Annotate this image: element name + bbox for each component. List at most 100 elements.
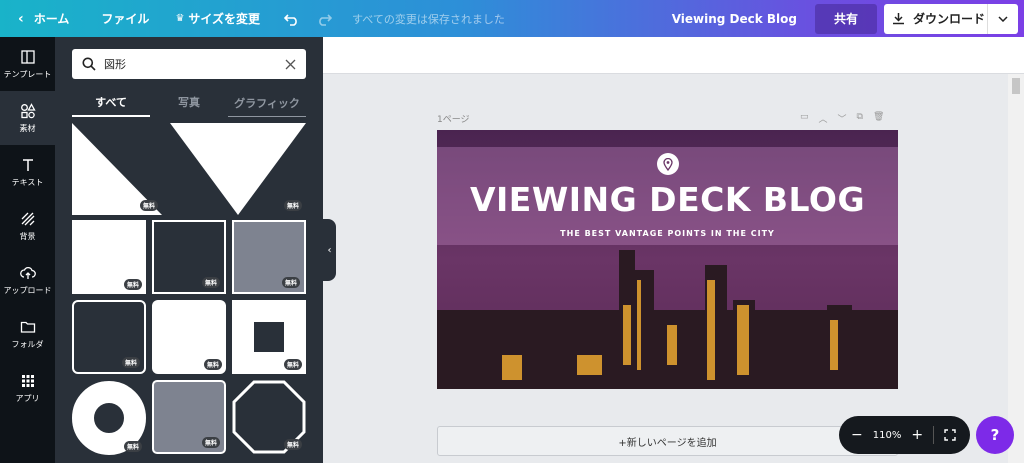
zoom-level[interactable]: 110% [873, 430, 902, 441]
panel-tabs: すべて 写真 グラフィック [72, 89, 306, 117]
share-button[interactable]: 共有 [815, 3, 877, 34]
text-icon [22, 158, 33, 171]
shape-tile-square-frame[interactable]: 無料 [232, 300, 306, 374]
duplicate-icon[interactable]: ⧉ [857, 112, 863, 125]
comment-icon[interactable]: ▭ [800, 112, 809, 125]
chevron-left-icon: ‹ [327, 244, 332, 256]
home-label: ホーム [33, 12, 70, 26]
search-icon [82, 57, 96, 71]
zoom-control: − 110% + [839, 416, 970, 454]
sidebar-item-templates[interactable]: テンプレート [0, 37, 55, 91]
elements-panel: 図形 すべて 写真 グラフィック 無料 無料 無料 無料 無料 無料 無料 無料… [55, 37, 323, 463]
apps-icon [21, 374, 34, 387]
close-icon[interactable] [285, 59, 296, 70]
shape-tile-down-triangle[interactable]: 無料 [170, 123, 306, 215]
sidebar-item-label: フォルダ [11, 339, 44, 349]
download-button[interactable]: ダウンロード [884, 3, 1018, 34]
design-title[interactable]: VIEWING DECK BLOG [437, 180, 898, 219]
redo-icon [319, 13, 333, 26]
download-label: ダウンロード [913, 12, 986, 26]
sidebar-item-folders[interactable]: フォルダ [0, 307, 55, 361]
document-title[interactable]: Viewing Deck Blog [662, 0, 815, 37]
shape-tile-white-square[interactable]: 無料 [72, 220, 146, 294]
page-label: 1ページ [437, 115, 470, 125]
shape-tile-rounded-dark-square[interactable]: 無料 [72, 300, 146, 374]
add-page-button[interactable]: +新しいページを追加 [437, 426, 898, 456]
free-badge: 無料 [139, 200, 158, 211]
template-icon [20, 49, 35, 64]
design-subtitle[interactable]: THE BEST VANTAGE POINTS IN THE CITY [437, 229, 898, 238]
shape-tile-gray-rounded-square[interactable]: 無料 [152, 380, 226, 454]
resize-button[interactable]: ♛ サイズを変更 [159, 0, 270, 37]
download-main[interactable]: ダウンロード [884, 3, 988, 34]
free-badge: 無料 [283, 439, 302, 450]
shape-tile-octagon[interactable]: 無料 [232, 380, 306, 454]
shapes-grid: 無料 無料 無料 無料 無料 無料 無料 無料 無料 無料 無料 [72, 123, 306, 463]
upload-icon [19, 266, 36, 279]
shape-tile-ring[interactable]: 無料 [72, 380, 146, 456]
page-tools: ▭ ︿ ﹀ ⧉ 🗑 [800, 112, 884, 125]
collapse-panel-button[interactable]: ‹ [323, 219, 336, 281]
inner-square [254, 322, 284, 352]
context-toolbar [323, 37, 1024, 74]
zoom-divider [933, 426, 935, 444]
sidebar-item-label: テキスト [11, 177, 44, 187]
free-badge: 無料 [283, 359, 302, 370]
free-badge: 無料 [281, 277, 300, 288]
sidebar-item-label: アプリ [15, 393, 40, 403]
search-input[interactable]: 図形 [104, 56, 285, 72]
trash-icon[interactable]: 🗑 [873, 112, 884, 125]
home-button[interactable]: ‹ ホーム [0, 0, 79, 37]
sidebar-item-label: アップロード [3, 285, 52, 295]
search-box[interactable]: 図形 [72, 49, 306, 79]
sidebar: テンプレート 素材 テキスト 背景 アップロード フォルダ アプリ [0, 37, 55, 463]
redo-button[interactable] [308, 0, 342, 37]
free-badge: 無料 [283, 200, 302, 211]
chevron-up-icon[interactable]: ︿ [819, 112, 828, 125]
sidebar-item-label: 背景 [19, 231, 36, 241]
chevron-down-icon[interactable]: ﹀ [838, 112, 847, 125]
free-badge: 無料 [201, 277, 220, 288]
tab-all[interactable]: すべて [72, 89, 150, 117]
vertical-scrollbar[interactable] [1008, 74, 1024, 463]
location-pin-icon [657, 153, 679, 175]
free-badge: 無料 [121, 357, 140, 368]
sidebar-item-label: テンプレート [3, 69, 52, 79]
sidebar-item-apps[interactable]: アプリ [0, 361, 55, 415]
chevron-left-icon: ‹ [18, 10, 24, 27]
file-menu-button[interactable]: ファイル [79, 0, 159, 37]
free-badge: 無料 [123, 441, 142, 452]
help-button[interactable]: ? [976, 416, 1014, 454]
undo-button[interactable] [270, 0, 308, 37]
undo-icon [284, 13, 297, 26]
shape-tile-right-triangle[interactable]: 無料 [72, 123, 162, 215]
resize-label: サイズを変更 [188, 12, 261, 26]
download-options-button[interactable] [988, 15, 1018, 22]
shape-tile-rounded-white-square[interactable]: 無料 [152, 300, 226, 374]
background-icon [21, 212, 34, 225]
tab-graphics[interactable]: グラフィック [228, 89, 306, 117]
design-canvas[interactable]: VIEWING DECK BLOG THE BEST VANTAGE POINT… [437, 130, 898, 389]
sidebar-item-elements[interactable]: 素材 [0, 91, 55, 145]
folder-icon [20, 321, 35, 333]
tab-photos[interactable]: 写真 [150, 89, 228, 117]
free-badge: 無料 [203, 359, 222, 370]
zoom-in-button[interactable]: + [911, 427, 923, 443]
shape-tile-gray-square-outline[interactable]: 無料 [232, 220, 306, 294]
zoom-out-button[interactable]: − [851, 427, 863, 443]
top-bar: ‹ ホーム ファイル ♛ サイズを変更 すべての変更は保存されました Viewi… [0, 0, 1024, 37]
sidebar-item-background[interactable]: 背景 [0, 199, 55, 253]
sidebar-item-text[interactable]: テキスト [0, 145, 55, 199]
download-icon [893, 13, 904, 25]
sidebar-item-uploads[interactable]: アップロード [0, 253, 55, 307]
free-badge: 無料 [201, 437, 220, 448]
crown-icon: ♛ [175, 13, 185, 24]
fullscreen-icon[interactable] [944, 429, 956, 441]
elements-icon [20, 102, 36, 118]
shape-tile-dark-square-outline[interactable]: 無料 [152, 220, 226, 294]
scrollbar-thumb[interactable] [1012, 78, 1020, 94]
free-badge: 無料 [123, 279, 142, 290]
chevron-down-icon [998, 15, 1008, 22]
save-status: すべての変更は保存されました [352, 12, 505, 26]
sidebar-item-label: 素材 [19, 123, 36, 133]
